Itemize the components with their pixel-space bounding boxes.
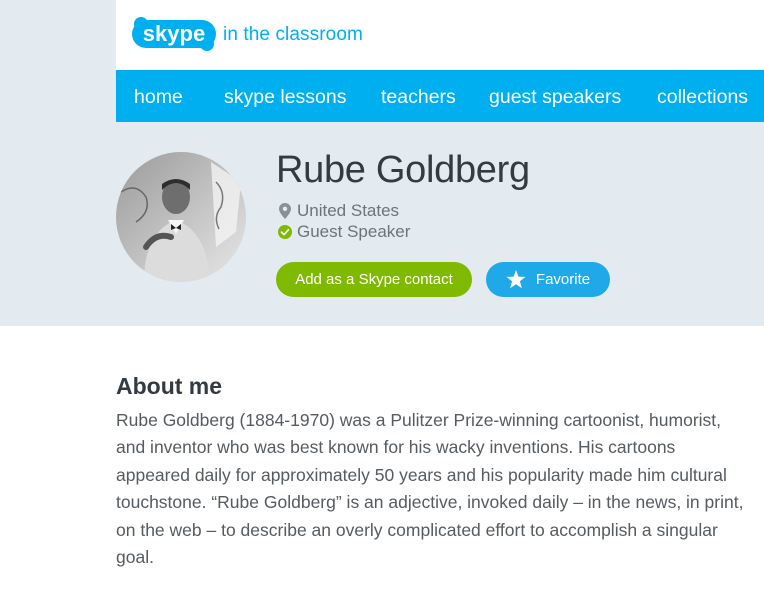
skype-logo-text: skype: [143, 21, 205, 46]
nav-item-skype-lessons[interactable]: skype lessons: [224, 70, 346, 122]
profile-role: Guest Speaker: [278, 222, 410, 242]
add-skype-contact-label: Add as a Skype contact: [295, 271, 453, 288]
nav-item-teachers[interactable]: teachers: [381, 70, 456, 122]
nav-item-guest-speakers[interactable]: guest speakers: [489, 70, 621, 122]
profile-header: Rube Goldberg United States Guest Speake…: [116, 122, 764, 326]
favorite-label: Favorite: [535, 271, 591, 288]
profile-location: United States: [278, 201, 399, 221]
favorite-button[interactable]: Favorite: [486, 262, 610, 297]
about-title: About me: [116, 373, 223, 399]
site-header: skype in the classroom: [116, 0, 764, 70]
location-text: United States: [297, 201, 400, 220]
role-text: Guest Speaker: [297, 222, 411, 241]
skype-logo: skype: [131, 17, 217, 51]
logo-tagline: in the classroom: [223, 24, 363, 45]
map-pin-icon: [278, 203, 292, 219]
add-skype-contact-button[interactable]: Add as a Skype contact: [276, 262, 472, 297]
nav-item-home[interactable]: home: [134, 70, 183, 122]
profile-name: Rube Goldberg: [276, 149, 530, 191]
about-text: Rube Goldberg (1884-1970) was a Pulitzer…: [116, 410, 744, 568]
nav-item-collections[interactable]: collections: [657, 70, 748, 122]
skype-classroom-logo[interactable]: skype in the classroom: [131, 16, 363, 52]
star-icon: [506, 270, 526, 289]
profile-avatar: [116, 152, 246, 282]
left-gutter: [0, 0, 116, 326]
check-circle-icon: [278, 224, 292, 240]
main-nav: home skype lessons teachers guest speake…: [116, 70, 764, 122]
